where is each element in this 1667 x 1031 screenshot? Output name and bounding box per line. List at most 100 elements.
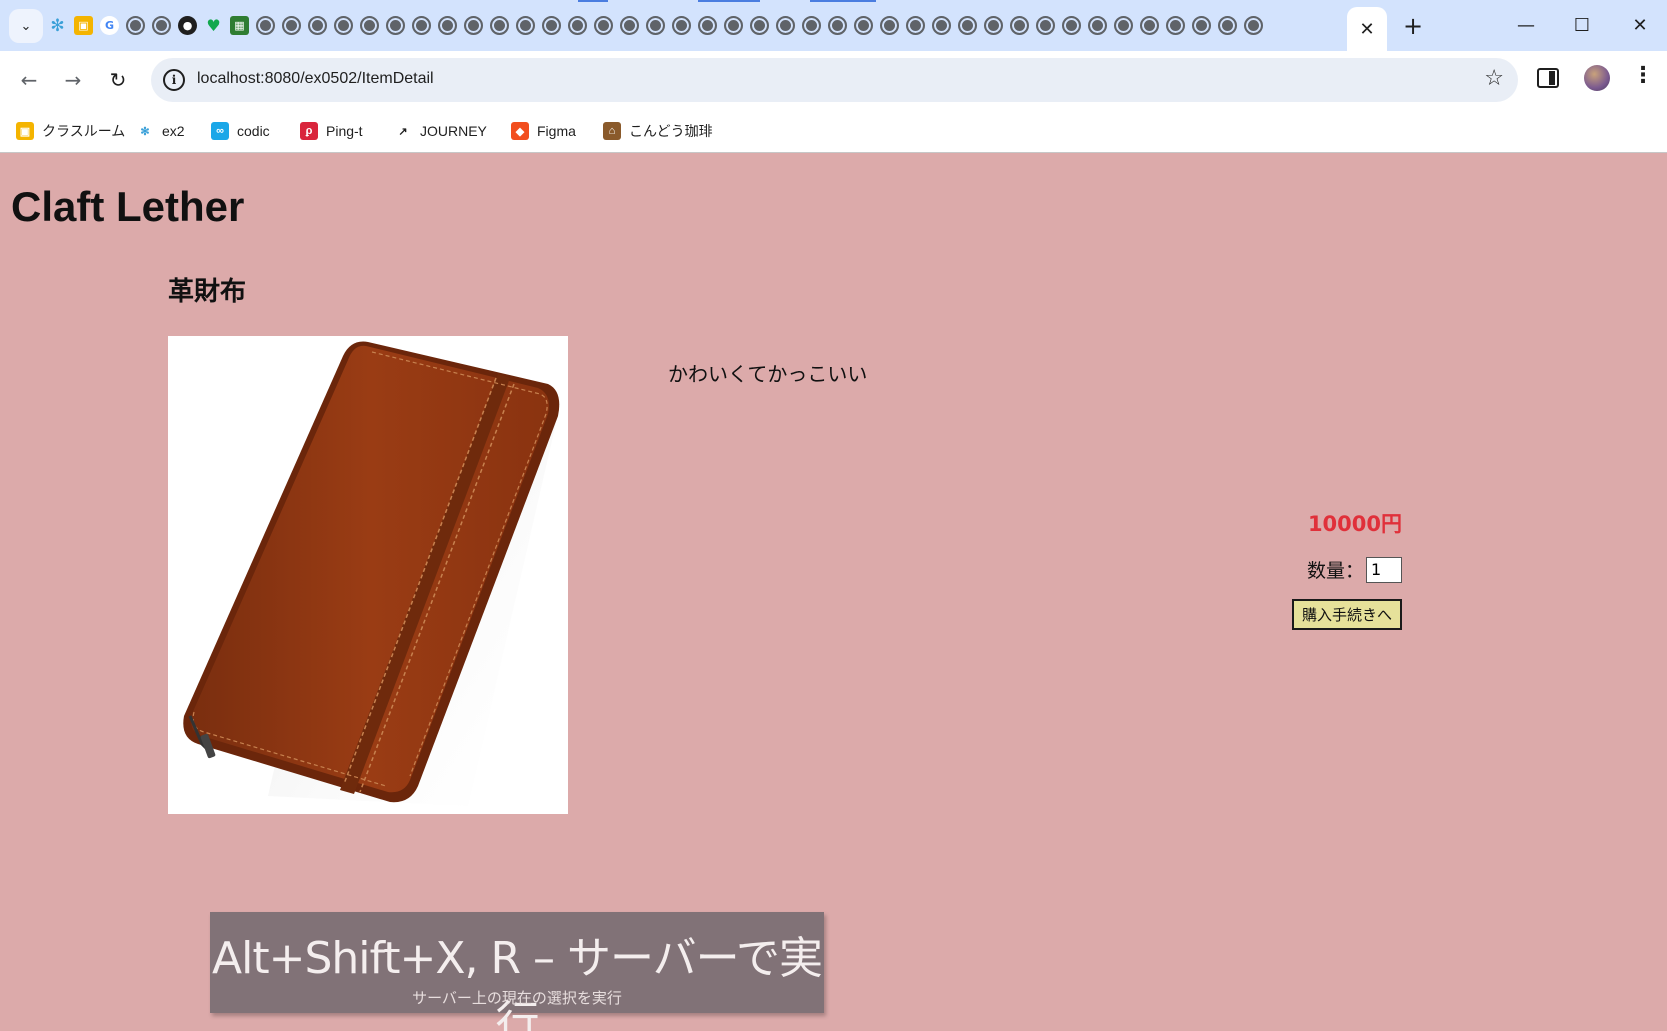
globe-favicon-icon[interactable] xyxy=(724,16,743,35)
globe-favicon-icon[interactable] xyxy=(984,16,1003,35)
reload-button[interactable]: ↻ xyxy=(102,64,134,96)
bookmark-ping-t[interactable]: ϼ Ping-t xyxy=(300,120,363,142)
globe-favicon-icon[interactable] xyxy=(620,16,639,35)
globe-favicon-icon[interactable] xyxy=(516,16,535,35)
close-tab-icon[interactable]: ✕ xyxy=(1359,19,1374,40)
globe-favicon-icon[interactable] xyxy=(1036,16,1055,35)
item-description: かわいくてかっこいい xyxy=(668,362,868,386)
globe-favicon-icon[interactable] xyxy=(568,16,587,35)
globe-favicon-icon[interactable] xyxy=(958,16,977,35)
classroom-icon: ▣ xyxy=(16,122,34,140)
heart-favicon-icon[interactable]: ♥ xyxy=(204,16,223,35)
globe-favicon-icon[interactable] xyxy=(750,16,769,35)
google-favicon-icon[interactable]: G xyxy=(100,16,119,35)
globe-favicon-icon[interactable] xyxy=(1010,16,1029,35)
bookmark-star-icon[interactable]: ☆ xyxy=(1484,66,1504,91)
globe-favicon-icon[interactable] xyxy=(594,16,613,35)
reload-icon: ↻ xyxy=(109,68,127,92)
bookmark-journey[interactable]: ↗ JOURNEY xyxy=(394,120,487,142)
globe-favicon-icon[interactable] xyxy=(464,16,483,35)
globe-favicon-icon[interactable] xyxy=(802,16,821,35)
site-title: Claft Lether xyxy=(11,183,245,230)
forward-button[interactable]: → xyxy=(57,64,89,96)
globe-favicon-icon[interactable] xyxy=(412,16,431,35)
classroom-favicon-icon[interactable]: ▣ xyxy=(74,16,93,35)
kebab-menu-icon[interactable]: ⋮ xyxy=(1632,63,1654,88)
figma-icon: ◆ xyxy=(511,122,529,140)
globe-favicon-icon[interactable] xyxy=(1088,16,1107,35)
back-arrow-icon: ← xyxy=(20,68,38,92)
globe-favicon-icon[interactable] xyxy=(490,16,509,35)
tab-loading-indicator xyxy=(810,0,876,2)
globe-favicon-icon[interactable] xyxy=(932,16,951,35)
chevron-down-icon: ⌄ xyxy=(20,18,32,34)
maximize-button[interactable]: ☐ xyxy=(1562,10,1602,40)
bookmark-figma[interactable]: ◆ Figma xyxy=(511,120,576,142)
globe-favicon-icon[interactable] xyxy=(1166,16,1185,35)
green-favicon-icon[interactable]: ▦ xyxy=(230,16,249,35)
forward-arrow-icon: → xyxy=(64,68,82,92)
leather-wallet-illustration xyxy=(183,341,560,806)
globe-favicon-icon[interactable] xyxy=(672,16,691,35)
globe-favicon-icon[interactable] xyxy=(1244,16,1263,35)
globe-favicon-icon[interactable] xyxy=(646,16,665,35)
globe-favicon-icon[interactable] xyxy=(126,16,145,35)
site-info-icon[interactable]: i xyxy=(163,69,185,91)
tab-loading-indicator xyxy=(698,0,760,2)
tab-search-button[interactable]: ⌄ xyxy=(9,9,43,43)
quantity-input[interactable] xyxy=(1366,556,1402,583)
globe-favicon-icon[interactable] xyxy=(1218,16,1237,35)
github-favicon-icon[interactable]: ● xyxy=(178,16,197,35)
house-icon: ⌂ xyxy=(603,122,621,140)
globe-favicon-icon[interactable] xyxy=(1114,16,1133,35)
item-price: 10000円 xyxy=(1307,512,1402,536)
url-text[interactable]: localhost:8080/ex0502/ItemDetail xyxy=(197,70,434,88)
globe-favicon-icon[interactable] xyxy=(438,16,457,35)
globe-favicon-icon[interactable] xyxy=(1140,16,1159,35)
globe-favicon-icon[interactable] xyxy=(880,16,899,35)
item-name: 革財布 xyxy=(168,277,247,307)
new-tab-button[interactable]: + xyxy=(1397,10,1429,42)
close-window-button[interactable]: ✕ xyxy=(1620,10,1660,40)
globe-favicon-icon[interactable] xyxy=(698,16,717,35)
ex2-favicon-icon[interactable]: ✻ xyxy=(48,16,67,36)
globe-favicon-icon[interactable] xyxy=(1062,16,1081,35)
globe-favicon-icon[interactable] xyxy=(776,16,795,35)
tab-list: ✻ ▣ G ● ♥ ▦ xyxy=(48,14,1263,38)
bookmarks-bar: ▣ クラスルーム ✻ ex2 ∞ codic ϼ Ping-t ↗ JOURNEY ◆ Figma ⌂ こ… xyxy=(0,109,1667,153)
tab-loading-indicator xyxy=(578,0,608,2)
globe-favicon-icon[interactable] xyxy=(360,16,379,35)
codic-icon: ∞ xyxy=(211,122,229,140)
bookmark-codic[interactable]: ∞ codic xyxy=(211,120,270,142)
ping-t-icon: ϼ xyxy=(300,122,318,140)
globe-favicon-icon[interactable] xyxy=(256,16,275,35)
active-tab[interactable]: ✕ xyxy=(1347,7,1387,51)
close-icon: ✕ xyxy=(1632,14,1648,36)
bookmark-house[interactable]: ⌂ こんどう珈琲 xyxy=(603,120,713,142)
globe-favicon-icon[interactable] xyxy=(386,16,405,35)
bookmark-classroom[interactable]: ▣ クラスルーム xyxy=(16,120,125,142)
globe-favicon-icon[interactable] xyxy=(854,16,873,35)
globe-favicon-icon[interactable] xyxy=(828,16,847,35)
globe-favicon-icon[interactable] xyxy=(1192,16,1211,35)
journey-icon: ↗ xyxy=(398,125,408,138)
minimize-button[interactable]: — xyxy=(1506,10,1546,40)
address-bar[interactable]: i localhost:8080/ex0502/ItemDetail ☆ xyxy=(151,58,1518,102)
globe-favicon-icon[interactable] xyxy=(282,16,301,35)
globe-favicon-icon[interactable] xyxy=(308,16,327,35)
bookmark-label: JOURNEY xyxy=(420,123,487,139)
checkout-button[interactable]: 購入手続きへ xyxy=(1291,599,1402,630)
side-panel-icon[interactable] xyxy=(1537,68,1559,88)
profile-avatar[interactable] xyxy=(1584,65,1610,91)
globe-favicon-icon[interactable] xyxy=(542,16,561,35)
bookmark-ex2[interactable]: ✻ ex2 xyxy=(136,120,184,142)
globe-favicon-icon[interactable] xyxy=(906,16,925,35)
globe-favicon-icon[interactable] xyxy=(334,16,353,35)
browser-toolbar: ← → ↻ i localhost:8080/ex0502/ItemDetail… xyxy=(0,51,1667,109)
bookmark-label: Ping-t xyxy=(326,123,363,139)
back-button[interactable]: ← xyxy=(13,64,45,96)
tab-strip: ⌄ ✻ ▣ G ● ♥ ▦ ✕ + — ☐ ✕ xyxy=(0,0,1667,51)
globe-favicon-icon[interactable] xyxy=(152,16,171,35)
bookmark-label: Figma xyxy=(537,123,576,139)
page-content: Claft Lether 革財布 かわいくてかっこいい 10000円 数量： 1… xyxy=(0,153,1667,1031)
